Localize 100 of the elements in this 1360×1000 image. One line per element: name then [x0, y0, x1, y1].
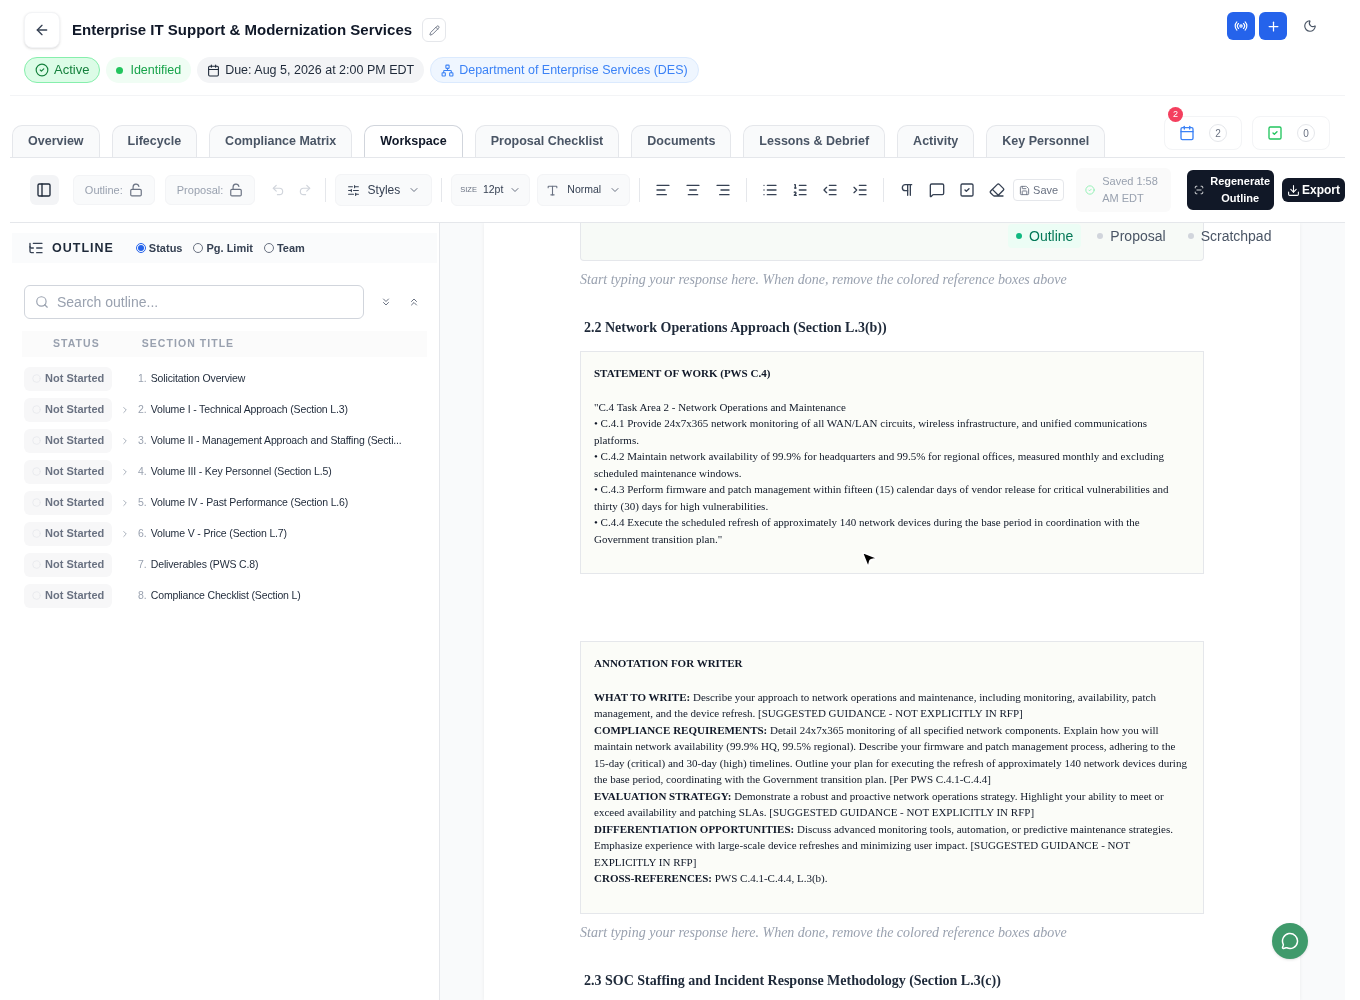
export-button[interactable]: Export: [1282, 178, 1346, 202]
view-radio[interactable]: Team: [263, 239, 305, 257]
status-pill: Not Started: [24, 428, 112, 453]
broadcast-icon: [1234, 19, 1248, 33]
section-number: 3.: [138, 432, 147, 448]
section-title[interactable]: Volume I - Technical Approach (Section L.3): [150, 401, 348, 418]
reference-paragraph: • C.4.4 Execute the scheduled refresh of approximately 140 network devices during the base period in coordination with the Government transition plan.": [594, 515, 1141, 547]
moon-icon: [1303, 19, 1317, 33]
eraser-icon: [989, 182, 1006, 198]
section-title[interactable]: Volume II - Management Approach and Staffing (Secti...: [150, 432, 402, 449]
double-chevron-up-icon: [408, 296, 420, 308]
edit-title-button[interactable]: [422, 18, 447, 42]
section-number: 1.: [138, 370, 147, 386]
section-title[interactable]: Volume III - Key Personnel (Section L.5): [150, 463, 332, 480]
back-button[interactable]: [24, 12, 60, 48]
section-title[interactable]: Solicitation Overview: [150, 370, 246, 387]
org-chart-icon: [441, 63, 455, 77]
section-number: 8.: [138, 587, 147, 603]
section-title[interactable]: Deliverables (PWS C.8): [150, 556, 259, 573]
text-type-icon: [546, 183, 560, 197]
reference-paragraph: COMPLIANCE REQUIREMENTS: Detail 24x7x365 monitoring of all specified network components. Explain how you will maintain network availability (99.9% HQ, 99.5% regional). Describe your firmware and patch management process, adhering to the 15-day (critical) and 30-day (high) timelines. Outline your plan for executing the refresh of approximately 140 network devices during the base period, coordinating with the Government transition plan. [Per PWS C.4.1-C.4.4]: [594, 722, 1188, 787]
status-pill: Not Started: [24, 490, 112, 515]
size-value: 12pt: [482, 182, 504, 198]
download-icon: [1287, 183, 1301, 197]
search-icon: [35, 295, 49, 309]
section-heading: 2.3 SOC Staffing and Incident Response Methodology (Section L.3(c)): [583, 971, 1002, 990]
status-pill: Not Started: [24, 583, 112, 608]
status-pill: Not Started: [24, 521, 112, 546]
stage-badge: Identified: [106, 57, 192, 83]
section-number: 6.: [138, 525, 147, 541]
mode-tab[interactable]: Outline: [1008, 224, 1082, 248]
bullet-list-icon: [762, 182, 779, 198]
sliders-icon: [346, 183, 360, 197]
scan-icon: [1194, 185, 1205, 195]
tab[interactable]: Activity: [897, 125, 975, 157]
check-circle-icon: [35, 63, 49, 77]
tab[interactable]: Proposal Checklist: [474, 125, 620, 157]
reference-paragraph: • C.4.1 Provide 24x7x365 network monitoring of all WAN/LAN circuits, wireless infrastructure, and unified communications platforms.: [594, 416, 1148, 448]
sidebar-toggle-button[interactable]: [30, 175, 59, 205]
tab[interactable]: Overview: [12, 125, 100, 157]
styles-dropdown[interactable]: Styles: [334, 174, 433, 206]
calendar-icon: [1179, 125, 1195, 141]
align-center-icon: [685, 182, 702, 198]
add-button[interactable]: [1259, 12, 1287, 40]
panel-icon: [36, 182, 53, 198]
chat-button[interactable]: [1272, 923, 1308, 959]
tab[interactable]: Lessons & Debrief: [743, 125, 886, 157]
reference-paragraph: DIFFERENTIATION OPPORTUNITIES: Discuss advanced monitoring tools, automation, or predictive maintenance strategies. Emphasize experience with large-scale device refreshes and minimizing user impact. [SUGGESTED GUIDANCE - NOT EXPLICITLY IN RFP]: [594, 821, 1174, 870]
reference-title: ANNOTATION FOR WRITER: [594, 656, 744, 671]
reference-paragraph: EVALUATION STRATEGY: Demonstrate a robust and proactive network operations strategy. Highlight your ability to meet or exceed availability and patching SLAs. [SUGGESTED GUIDANCE - NOT EXPLICITLY IN RFP]: [594, 788, 1165, 820]
tab[interactable]: Lifecycle: [111, 125, 198, 157]
regenerate-outline-button[interactable]: Regenerate Outline: [1187, 170, 1275, 210]
checkbox-icon: [1267, 125, 1283, 141]
section-title[interactable]: Volume IV - Past Performance (Section L.6): [150, 494, 349, 511]
view-radio[interactable]: Status: [135, 239, 183, 257]
undo-icon: [270, 183, 285, 197]
section-title[interactable]: Volume V - Price (Section L.7): [150, 525, 287, 542]
align-left-icon: [655, 182, 672, 198]
reference-paragraph: • C.4.2 Maintain network availability of 99.9% for headquarters and 99.5% for regional offices, measured monthly and excluding scheduled maintenance windows.: [594, 449, 1165, 481]
double-chevron-down-icon: [380, 296, 392, 308]
chat-bubble-icon: [1281, 932, 1299, 950]
tab[interactable]: Workspace: [364, 125, 463, 157]
section-number: 2.: [138, 401, 147, 417]
tab[interactable]: Compliance Matrix: [209, 125, 353, 157]
redo-icon: [298, 183, 312, 197]
counter-button[interactable]: 2: [1164, 116, 1242, 150]
reference-title: STATEMENT OF WORK (PWS C.4): [594, 366, 772, 381]
due-date-badge: Due: Aug 5, 2026 at 2:00 PM EDT: [197, 57, 425, 83]
plus-icon: [1265, 18, 1281, 34]
mode-tab[interactable]: Scratchpad: [1181, 224, 1278, 248]
status-badge: Active: [24, 57, 101, 83]
agency-badge: Department of Enterprise Services (DES): [430, 57, 699, 83]
checkbox-icon: [959, 182, 976, 198]
status-pill: Not Started: [24, 552, 112, 577]
indent-icon: [852, 182, 869, 198]
outdent-icon: [822, 182, 839, 198]
page-title: Enterprise IT Support & Modernization Services: [72, 19, 413, 40]
search-field[interactable]: Search outline...: [24, 285, 364, 319]
mode-tab[interactable]: Proposal: [1091, 224, 1172, 248]
pencil-icon: [428, 24, 440, 36]
status-pill: Not Started: [24, 459, 112, 484]
reference-paragraph: • C.4.3 Perform firmware and patch management within fifteen (15) calendar days of vendor release for critical vulnerabilities and thirty (30) days for high vulnerabilities.: [594, 482, 1170, 514]
view-radio[interactable]: Pg. Limit: [193, 239, 253, 257]
section-heading: 2.2 Network Operations Approach (Section L.3(b)): [583, 319, 888, 337]
outline-list-icon: [28, 240, 44, 256]
section-number: 5.: [138, 494, 147, 510]
reference-paragraph: "C.4 Task Area 2 - Network Operations and Maintenance: [594, 399, 847, 415]
speech-bubble-icon: [929, 182, 946, 198]
section-number: 4.: [138, 463, 147, 479]
broadcast-button[interactable]: [1227, 12, 1255, 40]
block-style-dropdown[interactable]: Normal: [537, 174, 631, 206]
section-title[interactable]: Compliance Checklist (Section L): [150, 587, 301, 604]
status-pill: Not Started: [24, 397, 112, 422]
outline-title: OUTLINE: [52, 239, 114, 257]
counter-button[interactable]: 0: [1252, 116, 1330, 150]
section-number: 7.: [138, 556, 147, 572]
tab[interactable]: Key Personnel: [986, 125, 1106, 157]
column-header: SECTION TITLE: [141, 336, 235, 352]
tab[interactable]: Documents: [631, 125, 732, 157]
column-header: STATUS: [53, 336, 100, 352]
